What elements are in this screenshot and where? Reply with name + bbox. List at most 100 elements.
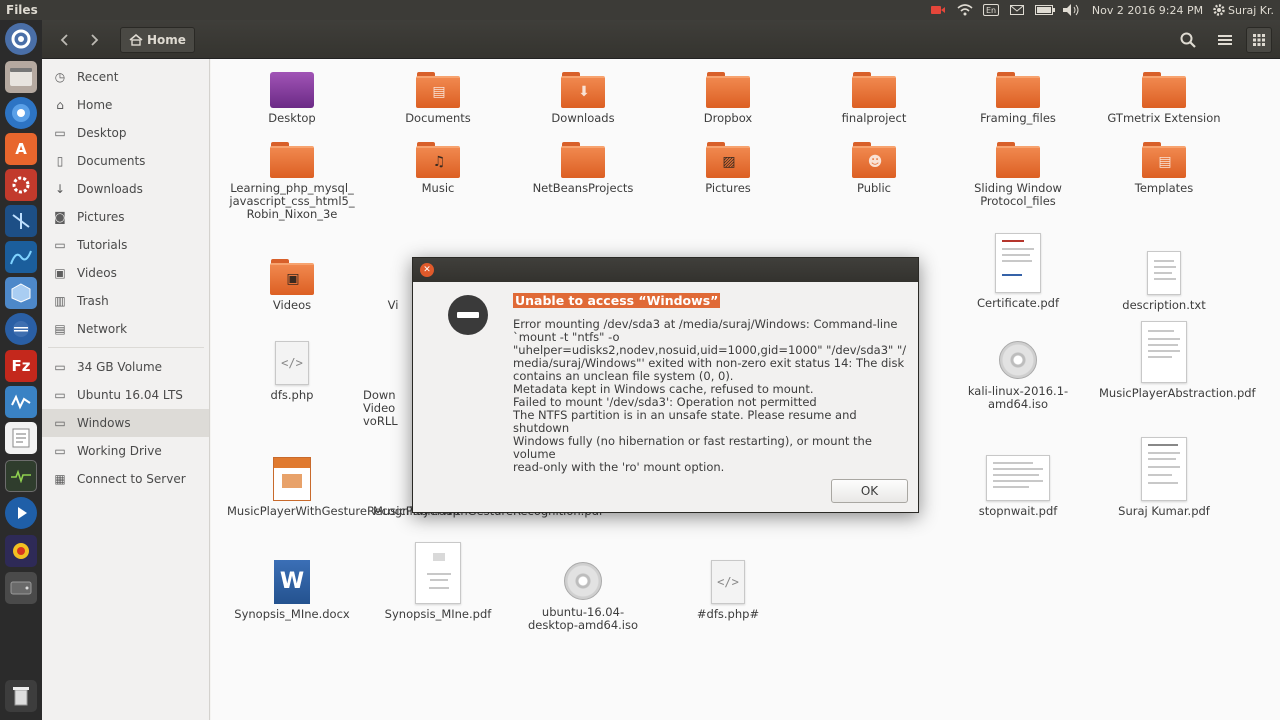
- file-item[interactable]: Vi: [373, 259, 413, 312]
- file-item[interactable]: </> #dfs.php#: [663, 560, 793, 621]
- file-item[interactable]: ▣ Videos: [227, 259, 357, 312]
- sidebar-item-ubuntu[interactable]: ▭ Ubuntu 16.04 LTS: [42, 381, 209, 409]
- dialog-message: Error mounting /dev/sda3 at /media/suraj…: [513, 318, 908, 474]
- file-item[interactable]: Framing_files: [953, 72, 1083, 125]
- file-item[interactable]: Desktop: [227, 72, 357, 125]
- documents-folder-icon: ▤: [416, 72, 460, 108]
- file-item[interactable]: MusicPlayerAbstraction.pdf: [1099, 321, 1256, 400]
- file-item[interactable]: MusicPlayerWithGestureRecognition.odp: [227, 457, 460, 518]
- trash-icon[interactable]: [5, 680, 37, 712]
- sidebar-item-label: Windows: [77, 416, 131, 430]
- file-item[interactable]: W Synopsis_MIne.docx: [227, 560, 357, 621]
- filezilla-icon[interactable]: Fz: [5, 350, 37, 382]
- wifi-icon[interactable]: [956, 2, 974, 18]
- forward-button[interactable]: [85, 27, 105, 53]
- monitor-icon[interactable]: [5, 241, 37, 273]
- ok-button[interactable]: OK: [831, 479, 908, 503]
- sidebar-item-desktop[interactable]: ▭ Desktop: [42, 119, 209, 147]
- list-view-button[interactable]: [1214, 27, 1236, 53]
- sidebar-item-label: Working Drive: [77, 444, 162, 458]
- virtualbox-icon[interactable]: [5, 277, 37, 309]
- grid-view-button[interactable]: [1246, 27, 1272, 53]
- file-item[interactable]: kali-linux-2016.1-amd64.iso: [953, 341, 1083, 411]
- software-center-icon[interactable]: A: [5, 133, 37, 165]
- file-item[interactable]: ▤ Templates: [1099, 142, 1229, 195]
- sidebar-item-documents[interactable]: ▯ Documents: [42, 147, 209, 175]
- file-name: description.txt: [1122, 298, 1206, 312]
- sidebar-item-trash[interactable]: ▥ Trash: [42, 287, 209, 315]
- netbeans-icon[interactable]: [5, 205, 37, 237]
- keyboard-layout-indicator[interactable]: En: [982, 2, 1000, 18]
- file-item[interactable]: NetBeansProjects: [518, 142, 648, 195]
- camera-icon: ◙: [54, 210, 66, 224]
- drive-icon: ▭: [54, 444, 66, 458]
- sidebar-item-connect-to-server[interactable]: ▦ Connect to Server: [42, 465, 209, 493]
- file-item[interactable]: Synopsis_MIne.pdf: [373, 542, 503, 621]
- file-item[interactable]: ▤ Documents: [373, 72, 503, 125]
- file-name: Public: [856, 181, 892, 195]
- battery-icon[interactable]: [1034, 2, 1056, 18]
- volume-icon[interactable]: [1062, 2, 1082, 18]
- word-document-icon: W: [274, 560, 310, 604]
- desktop-folder-icon: [270, 72, 314, 108]
- file-item[interactable]: Certificate.pdf: [953, 233, 1083, 310]
- music-folder-icon: ♫: [416, 142, 460, 178]
- file-item[interactable]: ⬇ Downloads: [518, 72, 648, 125]
- file-item[interactable]: Sliding Window Protocol_files: [953, 142, 1083, 208]
- file-item[interactable]: stopnwait.pdf: [953, 455, 1083, 518]
- sidebar-item-pictures[interactable]: ◙ Pictures: [42, 203, 209, 231]
- file-item[interactable]: </> dfs.php: [227, 341, 357, 402]
- sidebar-item-network[interactable]: ▤ Network: [42, 315, 209, 343]
- file-item[interactable]: ☻ Public: [809, 142, 939, 195]
- clock[interactable]: Nov 2 2016 9:24 PM: [1090, 2, 1205, 18]
- files-icon[interactable]: [5, 61, 37, 93]
- file-item[interactable]: ubuntu-16.04-desktop-amd64.iso: [518, 562, 648, 632]
- sidebar-item-recent[interactable]: ◷ Recent: [42, 63, 209, 91]
- file-item[interactable]: Learning_php_mysql_ javascript_css_html5…: [227, 142, 357, 221]
- search-icon: [1180, 32, 1196, 48]
- dash-icon[interactable]: [5, 23, 37, 55]
- search-button[interactable]: [1177, 27, 1199, 53]
- user-name[interactable]: Suraj Kr.: [1228, 2, 1280, 18]
- file-item[interactable]: Down Video voRLL: [363, 389, 413, 428]
- error-icon: [448, 295, 488, 335]
- videos-folder-icon: ▣: [270, 259, 314, 295]
- file-name: dfs.php: [270, 388, 314, 402]
- game-icon[interactable]: [5, 535, 37, 567]
- system-monitor-graph-icon[interactable]: [5, 386, 37, 418]
- sidebar: ◷ Recent ⌂ Home ▭ Desktop ▯ Documents ↓ Downl…: [42, 59, 210, 720]
- gear-icon[interactable]: [1210, 2, 1228, 18]
- close-icon[interactable]: ✕: [420, 263, 434, 277]
- file-item[interactable]: GTmetrix Extension: [1099, 72, 1229, 125]
- drive-icon[interactable]: [5, 572, 37, 604]
- chromium-icon[interactable]: [5, 97, 37, 129]
- sidebar-item-working-drive[interactable]: ▭ Working Drive: [42, 437, 209, 465]
- file-item[interactable]: ♫ Music: [373, 142, 503, 195]
- file-item[interactable]: Dropbox: [663, 72, 793, 125]
- sidebar-item-34gb-volume[interactable]: ▭ 34 GB Volume: [42, 353, 209, 381]
- eclipse-icon[interactable]: [5, 313, 37, 345]
- disc-image-icon: [564, 562, 602, 600]
- sidebar-item-label: Documents: [77, 154, 146, 168]
- file-item[interactable]: finalproject: [809, 72, 939, 125]
- sidebar-item-windows[interactable]: ▭ Windows: [42, 409, 209, 437]
- sidebar-item-home[interactable]: ⌂ Home: [42, 91, 209, 119]
- file-item[interactable]: ▨ Pictures: [663, 142, 793, 195]
- sidebar-item-downloads[interactable]: ↓ Downloads: [42, 175, 209, 203]
- sidebar-item-videos[interactable]: ▣ Videos: [42, 259, 209, 287]
- terminal-monitor-icon[interactable]: [5, 460, 37, 492]
- mail-icon[interactable]: [1008, 2, 1026, 18]
- back-button[interactable]: [54, 27, 74, 53]
- file-name: kali-linux-2016.1-amd64.iso: [967, 384, 1069, 411]
- sidebar-item-tutorials[interactable]: ▭ Tutorials: [42, 231, 209, 259]
- video-icon: ▣: [54, 266, 66, 280]
- file-item[interactable]: Suraj Kumar.pdf: [1099, 437, 1229, 518]
- folder-icon: [996, 142, 1040, 178]
- media-player-icon[interactable]: [5, 497, 37, 529]
- camera-icon[interactable]: [930, 2, 946, 18]
- file-item[interactable]: description.txt: [1099, 251, 1229, 312]
- text-editor-icon[interactable]: [5, 422, 37, 454]
- settings-icon[interactable]: [5, 169, 37, 201]
- path-home-button[interactable]: Home: [120, 27, 195, 53]
- document-icon: ▯: [56, 154, 64, 168]
